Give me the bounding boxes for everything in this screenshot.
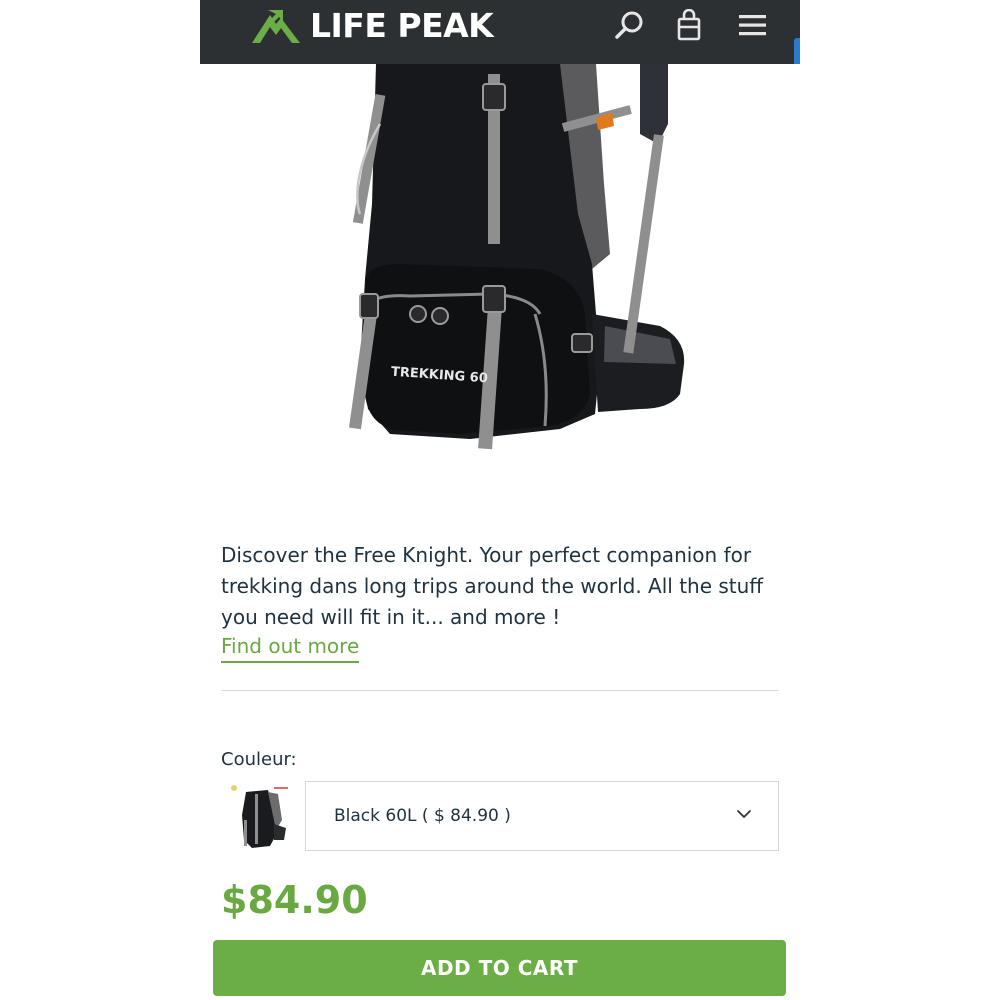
color-select-value: Black 60L ( $ 84.90 ) [334, 806, 511, 826]
hamburger-menu-icon [739, 15, 766, 36]
product-image: TREKKING 60 [200, 64, 800, 494]
site-header: LIFE PEAK [200, 0, 800, 64]
shopping-bag-icon [677, 9, 701, 41]
color-label: Couleur: [221, 749, 297, 770]
add-to-cart-button[interactable]: ADD TO CART [213, 940, 786, 996]
backpack-illustration: TREKKING 60 [349, 64, 685, 450]
backpack-thumbnail-icon [231, 785, 288, 848]
page: LIFE PEAK TREKKING 60 Discover the Free … [0, 0, 1000, 1000]
product-price: $84.90 [221, 878, 368, 922]
product-description: Discover the Free Knight. Your perfect c… [221, 543, 764, 629]
chevron-down-icon [737, 810, 751, 818]
mountain-logo-icon [252, 10, 300, 43]
search-icon [615, 11, 643, 39]
mobile-viewport: LIFE PEAK TREKKING 60 Discover the Free … [200, 0, 800, 1000]
color-select[interactable]: Black 60L ( $ 84.90 ) [305, 781, 779, 851]
cart-button[interactable] [672, 8, 706, 42]
brand-name: LIFE PEAK [310, 6, 494, 45]
search-button[interactable] [612, 8, 646, 42]
find-out-more-link[interactable]: Find out more [221, 631, 360, 663]
brand-logo[interactable]: LIFE PEAK [250, 6, 494, 46]
menu-button[interactable] [736, 8, 770, 42]
section-divider [221, 690, 779, 691]
color-swatch-thumbnail[interactable] [222, 780, 294, 852]
